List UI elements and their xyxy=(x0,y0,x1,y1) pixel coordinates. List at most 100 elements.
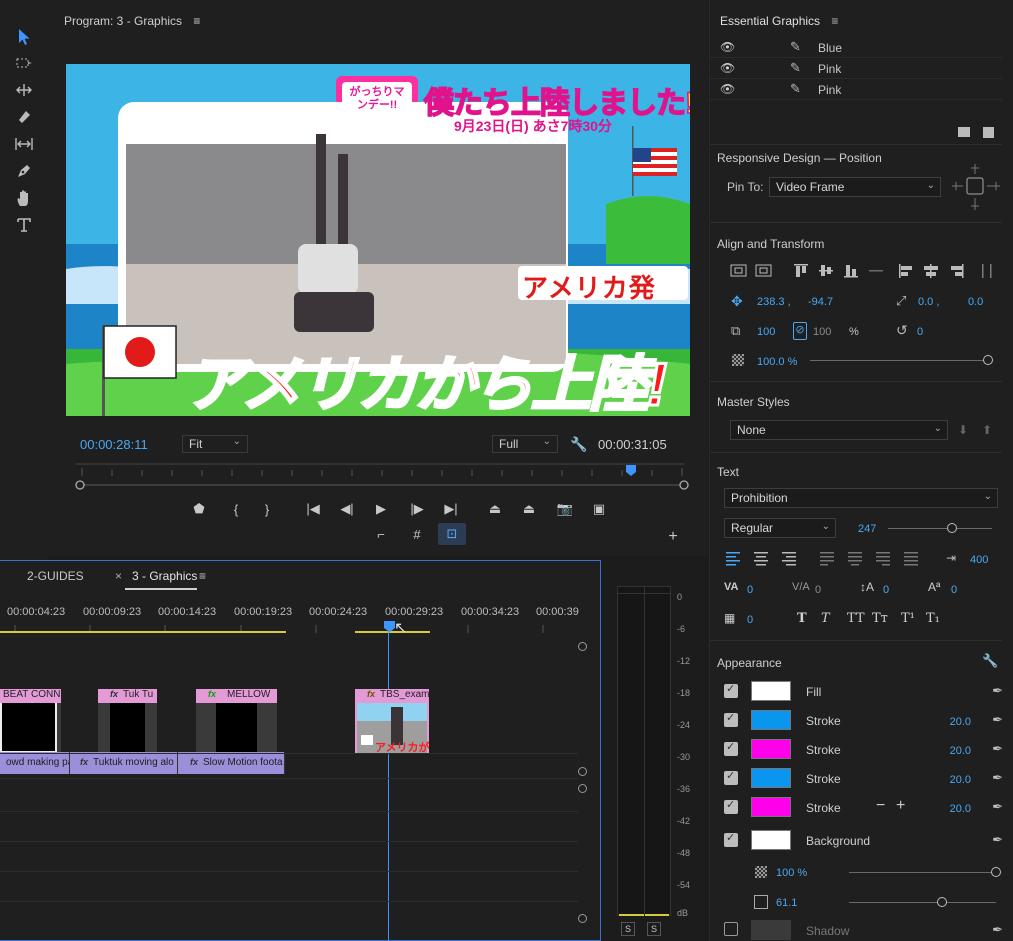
rotation-value[interactable]: 0 xyxy=(917,326,923,338)
eyedropper-icon[interactable]: ✒ xyxy=(992,741,1003,757)
opacity-slider-track[interactable] xyxy=(810,360,988,361)
anchor-x[interactable]: 0.0 , xyxy=(918,296,939,308)
track-scroll-handle[interactable] xyxy=(578,914,587,923)
leading-value[interactable]: 0 xyxy=(883,584,889,596)
slip-tool-icon[interactable] xyxy=(12,133,36,155)
mark-in-button[interactable]: { xyxy=(225,499,247,519)
stroke-width[interactable]: 20.0 xyxy=(950,803,971,815)
extract-button[interactable]: ⏏ xyxy=(518,499,540,519)
new-group-icon[interactable] xyxy=(958,127,970,137)
razor-tool-icon[interactable] xyxy=(12,106,36,128)
pin-edges-icon[interactable] xyxy=(950,162,1002,212)
stroke-swatch[interactable] xyxy=(751,797,791,817)
grid-icon[interactable]: # xyxy=(406,524,428,544)
pen-tool-icon[interactable] xyxy=(12,160,36,182)
layer-row[interactable]: 👁 ✎ Pink xyxy=(710,80,1002,100)
audio-clip[interactable]: fx Tuktuk moving alo xyxy=(70,752,178,774)
fill-swatch[interactable] xyxy=(751,681,791,701)
pin-to-dropdown[interactable]: Video Frame ⌄ xyxy=(769,177,941,197)
subscript-button[interactable]: T₁ xyxy=(926,611,940,626)
stroke-width[interactable]: 20.0 xyxy=(950,745,971,757)
link-icon[interactable]: ⊘ xyxy=(793,322,807,340)
video-clip[interactable]: fx TBS_exam アメリカが xyxy=(355,689,429,753)
ripple-edit-tool-icon[interactable] xyxy=(12,79,36,101)
tab-close-icon[interactable]: × xyxy=(115,569,122,583)
shadow-checkbox[interactable] xyxy=(724,922,738,936)
baseline-value[interactable]: 0 xyxy=(951,584,957,596)
align-buttons[interactable] xyxy=(730,262,1000,280)
position-y[interactable]: -94.7 xyxy=(808,296,833,308)
eyedropper-icon[interactable]: ✒ xyxy=(992,770,1003,786)
camera-icon[interactable]: 📷 xyxy=(554,499,576,519)
font-style-dropdown[interactable]: Regular ⌄ xyxy=(724,518,836,538)
track-scroll-handle[interactable] xyxy=(578,784,587,793)
stroke-checkbox[interactable] xyxy=(724,740,738,756)
go-to-out-button[interactable]: ▶| xyxy=(440,499,462,519)
bg-opacity-slider-track[interactable] xyxy=(849,872,996,873)
eye-icon[interactable]: 👁 xyxy=(720,61,735,75)
tab-menu-icon[interactable]: ≡ xyxy=(199,569,206,583)
position-x[interactable]: 238.3 , xyxy=(757,296,791,308)
tab-2-guides[interactable]: 2-GUIDES xyxy=(27,569,84,583)
solo-right-button[interactable]: S xyxy=(647,922,661,936)
eyedropper-icon[interactable]: ✒ xyxy=(992,922,1003,938)
solo-left-button[interactable]: S xyxy=(621,922,635,936)
stroke-swatch[interactable] xyxy=(751,739,791,759)
paragraph-align-buttons[interactable] xyxy=(724,550,944,566)
layer-row[interactable]: 👁 ✎ Blue xyxy=(710,38,1002,58)
bg-size-slider-knob[interactable] xyxy=(936,897,947,907)
opacity-slider-knob[interactable] xyxy=(983,355,993,365)
tab-width-value[interactable]: 400 xyxy=(970,554,988,566)
button-editor-plus-icon[interactable]: + xyxy=(662,527,684,547)
add-marker-button[interactable]: ⬟ xyxy=(188,499,210,519)
track-select-tool-icon[interactable] xyxy=(12,52,36,74)
superscript-button[interactable]: T¹ xyxy=(901,611,915,626)
all-caps-button[interactable]: TT xyxy=(847,611,865,626)
vr-video-button[interactable]: ⊡ xyxy=(438,523,466,545)
tsume-value[interactable]: 0 xyxy=(747,614,753,626)
add-stroke-button[interactable]: + xyxy=(896,797,905,815)
wrench-icon[interactable]: 🔧 xyxy=(570,436,587,453)
faux-bold-button[interactable]: T xyxy=(797,611,807,626)
stroke-swatch[interactable] xyxy=(751,710,791,730)
push-style-icon[interactable]: ⬇ xyxy=(958,423,968,437)
stroke-width[interactable]: 20.0 xyxy=(950,716,971,728)
wrench-icon[interactable]: 🔧 xyxy=(982,653,998,669)
tab-3-graphics[interactable]: 3 - Graphics xyxy=(132,569,197,583)
playhead-line[interactable] xyxy=(388,621,389,941)
background-swatch[interactable] xyxy=(751,830,791,850)
video-clip[interactable]: fx MELLOW xyxy=(196,689,277,753)
font-dropdown[interactable]: Prohibition ⌄ xyxy=(724,488,998,508)
small-caps-button[interactable]: Tт xyxy=(872,611,888,626)
play-button[interactable]: ▶ xyxy=(370,499,392,519)
playback-scrubber[interactable] xyxy=(72,462,692,492)
bg-size-slider-track[interactable] xyxy=(849,902,996,903)
lift-button[interactable]: ⏏ xyxy=(484,499,506,519)
track-scroll-handle[interactable] xyxy=(578,767,587,776)
stroke-checkbox[interactable] xyxy=(724,798,738,814)
faux-italic-button[interactable]: T xyxy=(821,611,830,626)
eyedropper-icon[interactable]: ✒ xyxy=(992,712,1003,728)
safe-margins-button[interactable]: ⌐ xyxy=(370,524,392,544)
zoom-dropdown[interactable]: Fit ⌄ xyxy=(182,435,248,453)
eye-icon[interactable]: 👁 xyxy=(720,40,735,54)
hand-tool-icon[interactable] xyxy=(12,187,36,209)
stroke-checkbox[interactable] xyxy=(724,769,738,785)
stroke-width[interactable]: 20.0 xyxy=(950,774,971,786)
remove-stroke-button[interactable]: − xyxy=(876,797,885,815)
step-back-button[interactable]: ◀| xyxy=(336,499,358,519)
layer-row[interactable]: 👁 ✎ Pink xyxy=(710,59,1002,79)
anchor-y[interactable]: 0.0 xyxy=(968,296,983,308)
sync-style-icon[interactable]: ⬆ xyxy=(982,423,992,437)
selection-tool-icon[interactable] xyxy=(12,26,36,48)
stroke-swatch[interactable] xyxy=(751,768,791,788)
quality-dropdown[interactable]: Full ⌄ xyxy=(492,435,558,453)
panel-menu-icon[interactable]: ≡ xyxy=(831,14,838,28)
background-checkbox[interactable] xyxy=(724,831,738,847)
font-size-slider-knob[interactable] xyxy=(947,523,958,533)
opacity-value[interactable]: 100.0 % xyxy=(757,356,797,368)
bg-size-value[interactable]: 61.1 xyxy=(776,897,797,909)
scale-value[interactable]: 100 xyxy=(757,326,775,338)
go-to-in-button[interactable]: |◀ xyxy=(302,499,324,519)
bg-opacity-value[interactable]: 100 % xyxy=(776,867,807,879)
